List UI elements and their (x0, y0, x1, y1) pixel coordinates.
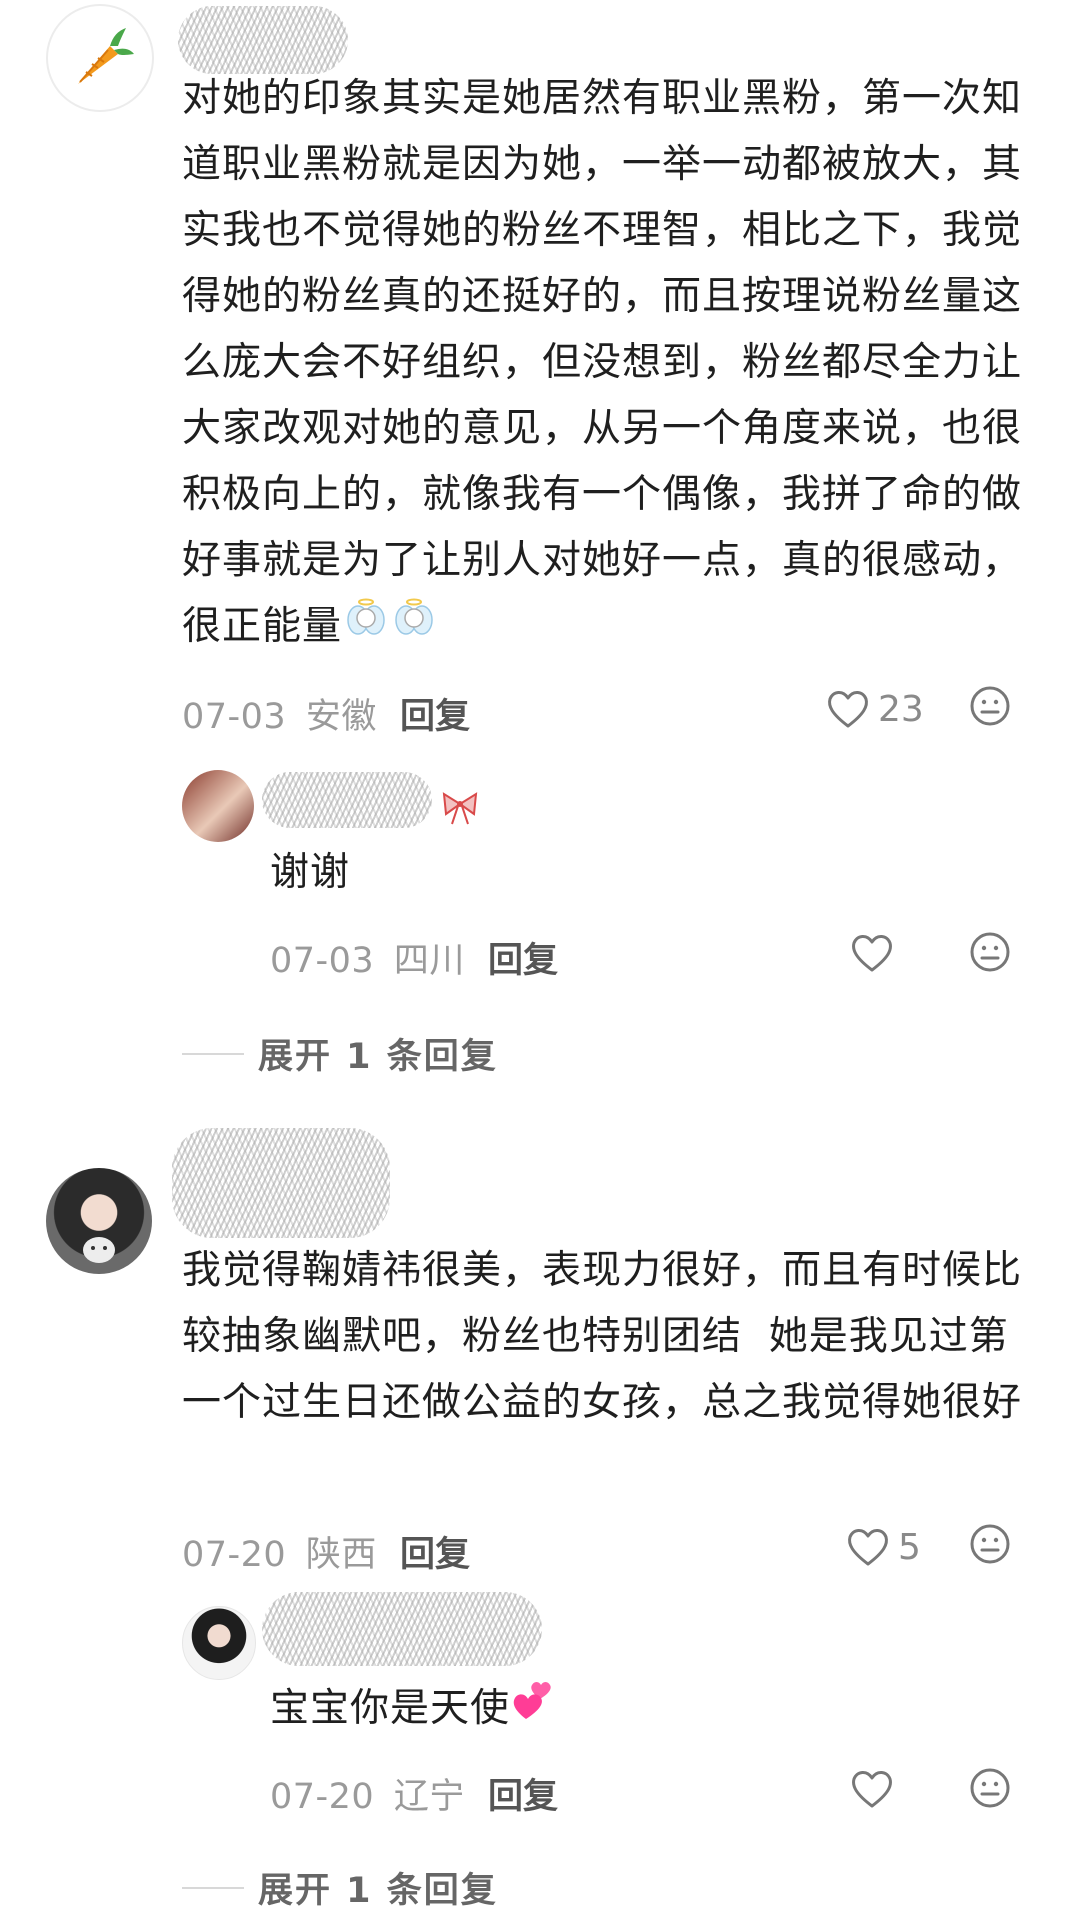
like-button[interactable]: 23 (826, 688, 924, 730)
comment-thread: 对她的印象其实是她居然有职业黑粉，第一次知道职业黑粉就是因为她，一举一动都被放大… (0, 0, 1080, 1928)
comment-date: 07-20 (182, 1535, 287, 1575)
heart-icon (848, 1529, 888, 1566)
reply-date: 07-03 (270, 941, 375, 981)
comment-location: 安徽 (305, 697, 377, 737)
heart-icon (828, 691, 868, 728)
username-redacted (172, 1128, 390, 1238)
comment-meta: 07-20 陕西 (182, 1526, 377, 1577)
comment-date: 07-03 (182, 697, 287, 737)
emoji-reaction-button[interactable] (968, 1766, 1012, 1814)
comment-meta: 07-03 安徽 (182, 688, 377, 739)
reply-avatar[interactable] (182, 1606, 256, 1680)
avatar[interactable] (46, 4, 154, 112)
avatar[interactable] (46, 1168, 152, 1274)
like-count: 23 (878, 688, 924, 730)
emoji-reaction-button[interactable] (968, 1522, 1012, 1570)
like-button[interactable]: 5 (846, 1526, 921, 1568)
angel-emoji-icon (342, 594, 438, 663)
reply-text: 宝宝你是天使 (270, 1676, 558, 1744)
reply-username-redacted (262, 772, 432, 828)
comment-text: 我觉得鞠婧祎很美，表现力很好，而且有时候比较抽象幽默吧，粉丝也特别团结 她是我见… (182, 1248, 1023, 1425)
comment-text: 对她的印象其实是她居然有职业黑粉，第一次知道职业黑粉就是因为她，一举一动都被放大… (182, 66, 1032, 663)
username-redacted (178, 6, 348, 74)
reply-avatar[interactable] (182, 770, 254, 842)
like-button[interactable] (850, 932, 894, 974)
reply-username-redacted (262, 1592, 542, 1666)
reply-button[interactable]: 回复 (488, 1768, 558, 1819)
heart-icon (852, 935, 892, 972)
plush-toy-icon (83, 1237, 115, 1263)
expand-replies-label: 展开 1 条回复 (258, 1871, 498, 1911)
reply-meta: 07-03 四川 (270, 932, 465, 983)
expand-replies-label: 展开 1 条回复 (258, 1037, 498, 1077)
expand-replies-button[interactable]: 展开 1 条回复 (182, 1862, 498, 1913)
divider-line (182, 1886, 244, 1889)
neutral-face-icon (970, 1768, 1010, 1808)
carrot-icon (78, 28, 134, 84)
heart-icon (852, 1771, 892, 1808)
expand-replies-button[interactable]: 展开 1 条回复 (182, 1028, 498, 1079)
like-count: 5 (898, 1526, 921, 1568)
reply-date: 07-20 (270, 1777, 375, 1817)
bow-icon (442, 792, 478, 825)
reply-location: 辽宁 (393, 1777, 465, 1817)
emoji-reaction-button[interactable] (968, 684, 1012, 732)
emoji-reaction-button[interactable] (968, 930, 1012, 978)
neutral-face-icon (970, 686, 1010, 726)
like-button[interactable] (850, 1768, 894, 1810)
reply-button[interactable]: 回复 (400, 1526, 470, 1577)
two-hearts-icon (510, 1678, 558, 1744)
reply-button[interactable]: 回复 (488, 932, 558, 983)
reply-button[interactable]: 回复 (400, 688, 470, 739)
neutral-face-icon (970, 932, 1010, 972)
neutral-face-icon (970, 1524, 1010, 1564)
reply-location: 四川 (393, 941, 465, 981)
reply-meta: 07-20 辽宁 (270, 1768, 465, 1819)
reply-text: 谢谢 (270, 850, 351, 895)
comment-location: 陕西 (305, 1535, 377, 1575)
divider-line (182, 1052, 244, 1055)
